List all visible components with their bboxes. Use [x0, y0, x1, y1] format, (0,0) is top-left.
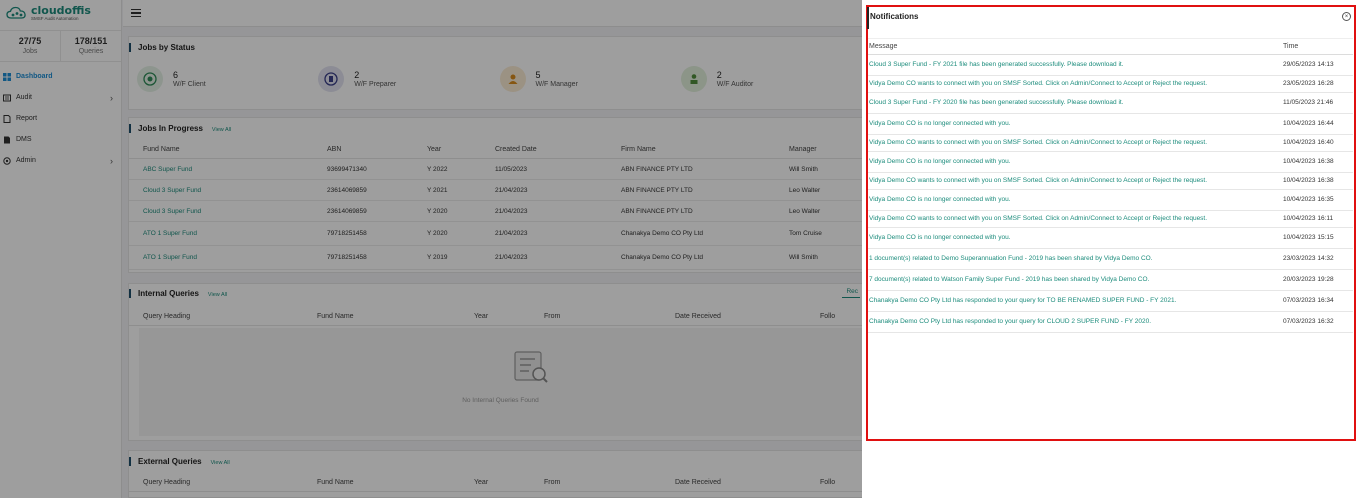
notification-time: 29/05/2023 14:13 [1283, 54, 1353, 76]
time-column-header: Time [1283, 38, 1353, 55]
notification-row[interactable]: Vidya Demo CO wants to connect with you … [868, 172, 1353, 190]
message-column-header: Message [868, 38, 1283, 55]
notification-row[interactable]: Vidya Demo CO is no longer connected wit… [868, 227, 1353, 249]
modal-backdrop[interactable] [0, 0, 862, 498]
notification-message[interactable]: Vidya Demo CO is no longer connected wit… [868, 189, 1283, 211]
notification-row[interactable]: Cloud 3 Super Fund - FY 2020 file has be… [868, 92, 1353, 114]
notification-time: 10/04/2023 16:44 [1283, 113, 1353, 135]
notification-row[interactable]: 1 document(s) related to Demo Superannua… [868, 248, 1353, 270]
notification-row[interactable]: Vidya Demo CO wants to connect with you … [868, 75, 1353, 93]
notification-time: 20/03/2023 19:28 [1283, 269, 1353, 291]
notification-time: 10/04/2023 16:38 [1283, 151, 1353, 173]
notification-message[interactable]: Cloud 3 Super Fund - FY 2021 file has be… [868, 54, 1283, 76]
notification-message[interactable]: Vidya Demo CO is no longer connected wit… [868, 151, 1283, 173]
notification-time: 10/04/2023 16:38 [1283, 172, 1353, 190]
notification-message[interactable]: Chanakya Demo CO Pty Ltd has responded t… [868, 311, 1283, 333]
notification-time: 10/04/2023 16:35 [1283, 189, 1353, 211]
notification-time: 10/04/2023 16:40 [1283, 134, 1353, 152]
notification-message[interactable]: Vidya Demo CO is no longer connected wit… [868, 113, 1283, 135]
notification-row[interactable]: Vidya Demo CO wants to connect with you … [868, 210, 1353, 228]
notification-row[interactable]: Vidya Demo CO is no longer connected wit… [868, 113, 1353, 135]
notification-time: 23/03/2023 14:32 [1283, 248, 1353, 270]
notification-time: 10/04/2023 16:11 [1283, 210, 1353, 228]
notification-row[interactable]: Cloud 3 Super Fund - FY 2021 file has be… [868, 54, 1353, 76]
notification-row[interactable]: Chanakya Demo CO Pty Ltd has responded t… [868, 311, 1353, 333]
notifications-title: Notifications [870, 12, 919, 21]
notification-message[interactable]: Vidya Demo CO wants to connect with you … [868, 75, 1283, 93]
notifications-table: Message Time Cloud 3 Super Fund - FY 202… [868, 38, 1353, 333]
notification-message[interactable]: Vidya Demo CO wants to connect with you … [868, 134, 1283, 152]
close-icon[interactable]: × [1342, 12, 1351, 21]
notification-message[interactable]: Vidya Demo CO is no longer connected wit… [868, 227, 1283, 249]
notification-row[interactable]: Chanakya Demo CO Pty Ltd has responded t… [868, 290, 1353, 312]
notification-time: 23/05/2023 16:28 [1283, 75, 1353, 93]
notification-message[interactable]: Cloud 3 Super Fund - FY 2020 file has be… [868, 92, 1283, 114]
notification-time: 10/04/2023 15:15 [1283, 227, 1353, 249]
notification-row[interactable]: 7 document(s) related to Watson Family S… [868, 269, 1353, 291]
notification-time: 11/05/2023 21:46 [1283, 92, 1353, 114]
notification-message[interactable]: 7 document(s) related to Watson Family S… [868, 269, 1283, 291]
notification-message[interactable]: 1 document(s) related to Demo Superannua… [868, 248, 1283, 270]
notification-time: 07/03/2023 16:34 [1283, 290, 1353, 312]
notification-message[interactable]: Vidya Demo CO wants to connect with you … [868, 210, 1283, 228]
notification-row[interactable]: Vidya Demo CO is no longer connected wit… [868, 189, 1353, 211]
notification-row[interactable]: Vidya Demo CO wants to connect with you … [868, 134, 1353, 152]
notifications-panel: Notifications × Message Time Cloud 3 Sup… [862, 0, 1361, 498]
notification-row[interactable]: Vidya Demo CO is no longer connected wit… [868, 151, 1353, 173]
notifications-highlight-frame: Notifications × Message Time Cloud 3 Sup… [866, 5, 1356, 441]
notification-message[interactable]: Chanakya Demo CO Pty Ltd has responded t… [868, 290, 1283, 312]
notifications-header: Notifications × [867, 7, 1354, 29]
notification-time: 07/03/2023 16:32 [1283, 311, 1353, 333]
notification-message[interactable]: Vidya Demo CO wants to connect with you … [868, 172, 1283, 190]
